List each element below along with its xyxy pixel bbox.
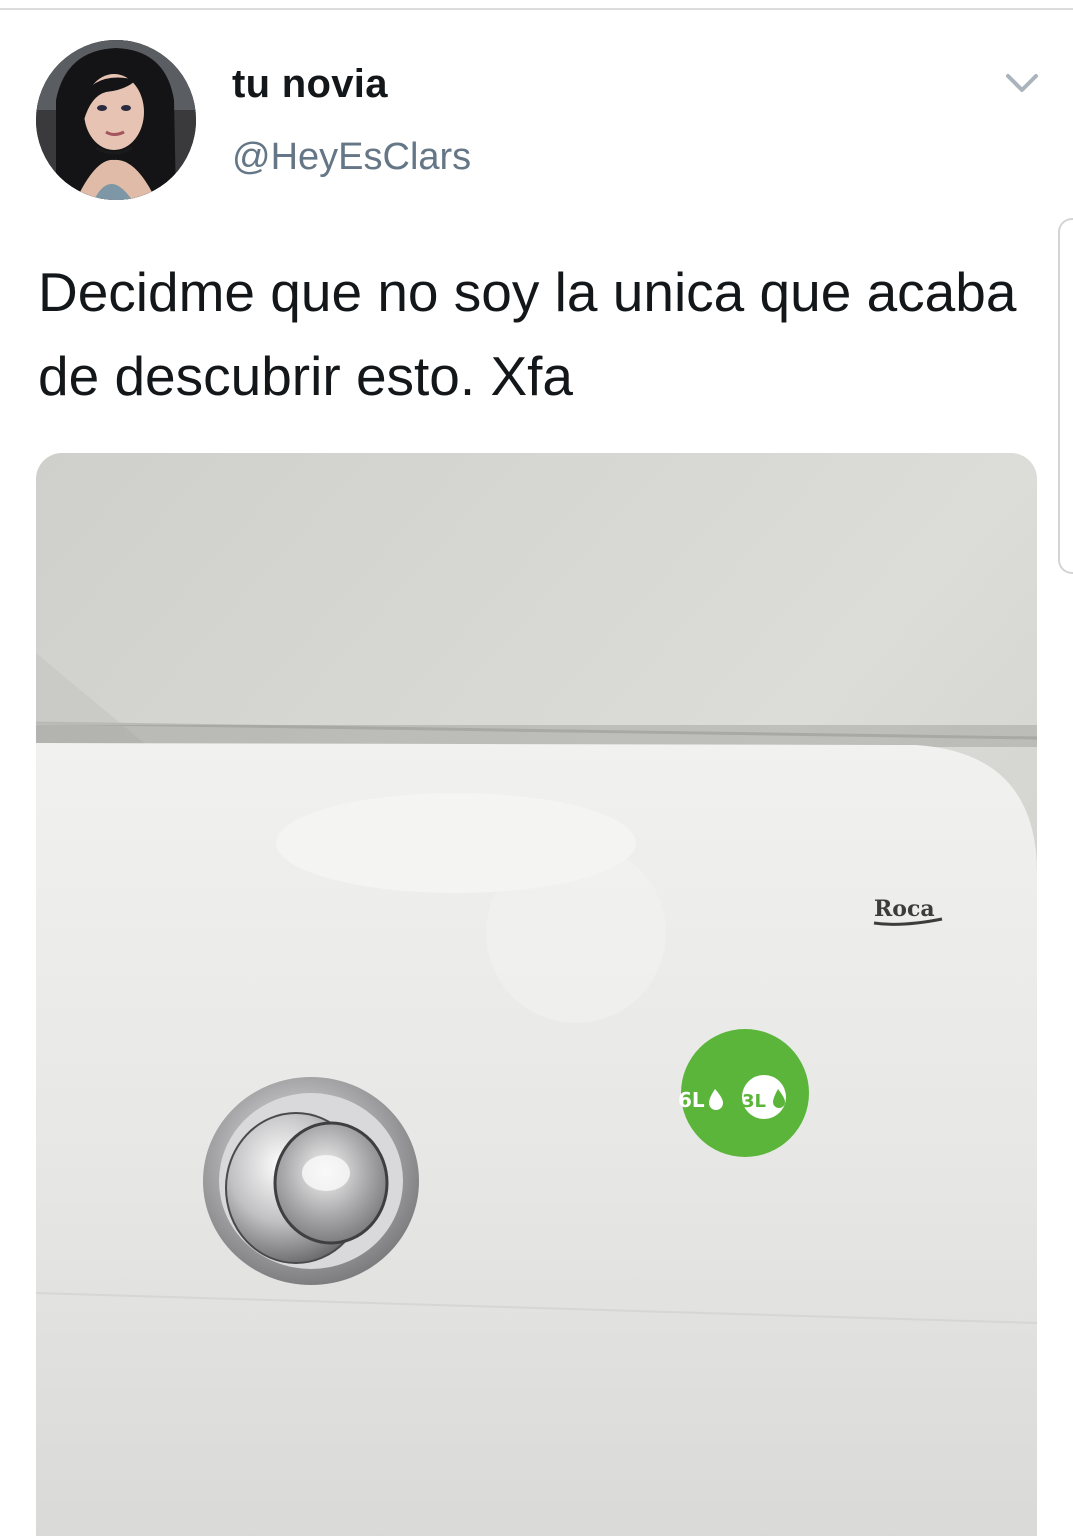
scroll-handle[interactable] [1058,218,1073,574]
author-display-name[interactable]: tu novia [232,62,388,107]
dual-flush-button [203,1077,419,1285]
svg-text:3L: 3L [742,1091,766,1112]
avatar[interactable] [36,40,196,200]
chevron-down-icon[interactable] [1000,66,1044,102]
tweet-media-photo[interactable]: Roca 6L 3L [36,453,1037,1536]
tweet-text: Decidme que no soy la unica que acaba de… [38,261,1017,407]
roca-logo: Roca [873,896,943,926]
top-divider [0,0,1073,10]
svg-text:Roca: Roca [874,896,935,922]
author-handle[interactable]: @HeyEsClars [232,136,471,179]
tweet-view: tu novia @HeyEsClars Decidme que no soy … [0,0,1073,1536]
svg-text:6L: 6L [678,1088,705,1112]
